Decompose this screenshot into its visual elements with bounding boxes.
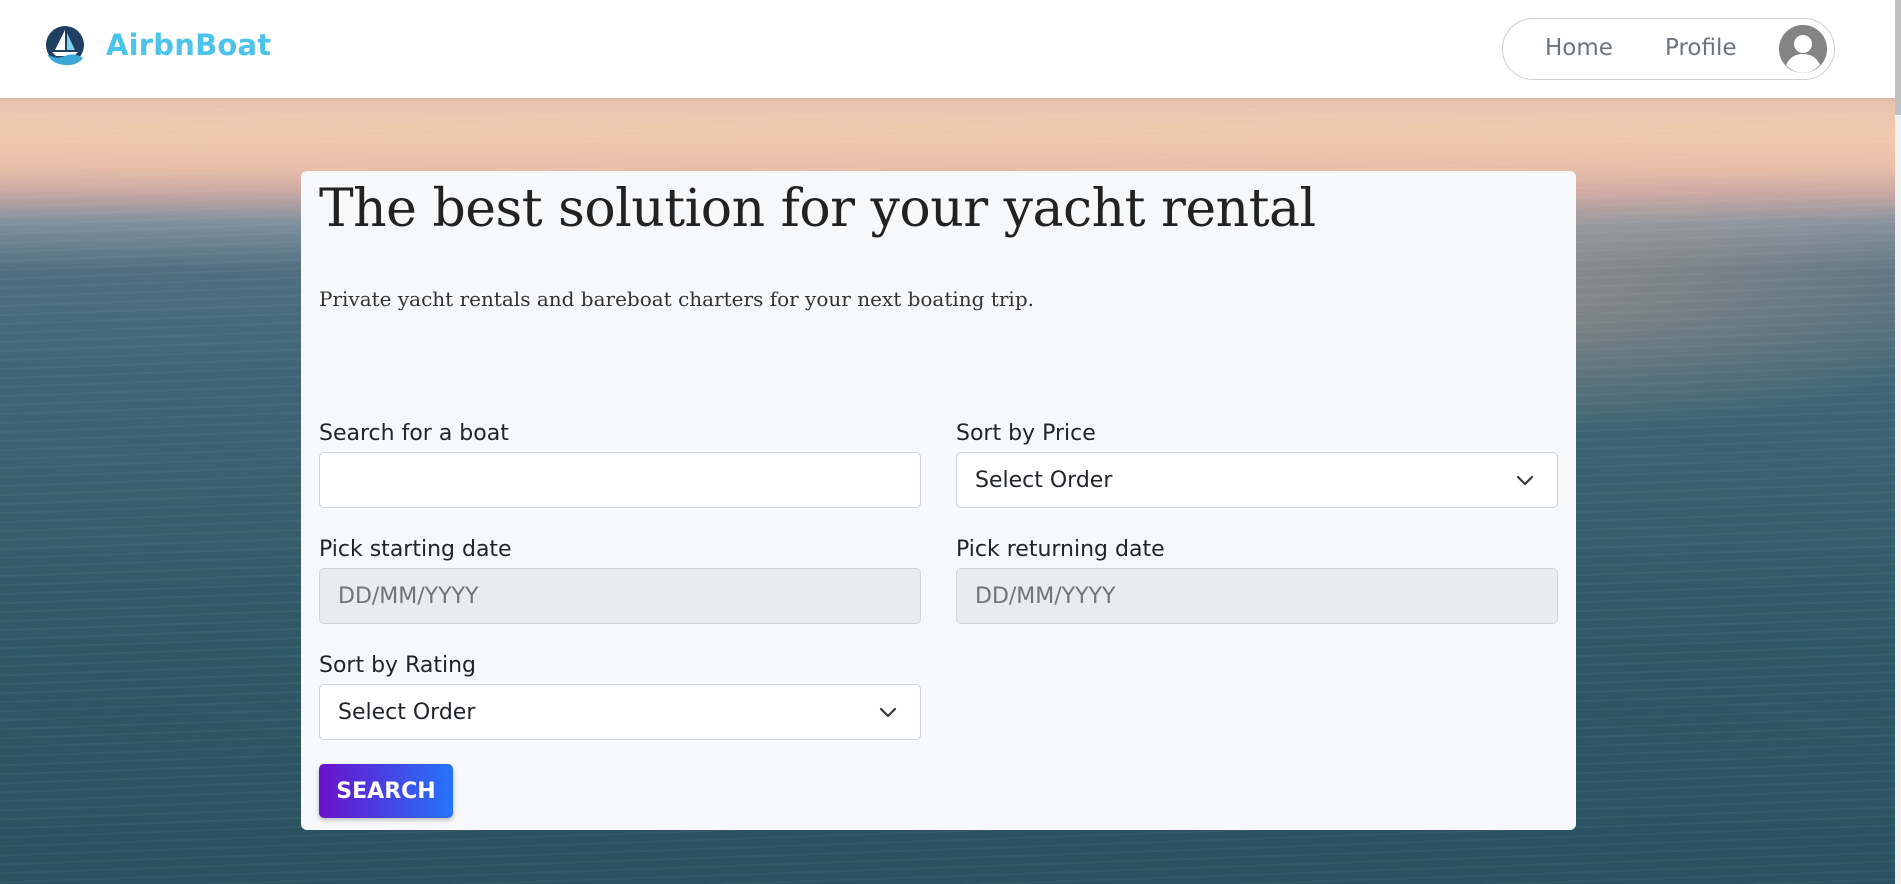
navbar: AirbnBoat Home Profile	[0, 0, 1895, 98]
sort-rating-select[interactable]: Select Order	[319, 684, 921, 740]
user-avatar[interactable]	[1779, 25, 1827, 73]
chevron-down-icon	[1516, 475, 1534, 486]
user-circle-icon	[1779, 25, 1827, 73]
start-date-label: Pick starting date	[319, 537, 512, 562]
brand-name[interactable]: AirbnBoat	[106, 28, 271, 62]
sort-price-label: Sort by Price	[956, 421, 1096, 446]
sort-price-selected: Select Order	[975, 467, 1113, 493]
return-date-label: Pick returning date	[956, 537, 1165, 562]
nav-link-profile[interactable]: Profile	[1665, 35, 1737, 61]
search-input[interactable]	[319, 452, 921, 508]
return-date-field[interactable]	[956, 568, 1558, 624]
chevron-down-icon	[879, 707, 897, 718]
search-button[interactable]: SEARCH	[319, 764, 453, 818]
sort-price-select[interactable]: Select Order	[956, 452, 1558, 508]
nav-link-home[interactable]: Home	[1545, 35, 1613, 61]
sailboat-logo-icon	[46, 26, 84, 66]
search-label: Search for a boat	[319, 421, 509, 446]
search-card: The best solution for your yacht rental …	[301, 171, 1576, 830]
start-date-field[interactable]	[319, 568, 921, 624]
page-title: The best solution for your yacht rental	[319, 179, 1316, 239]
sort-rating-label: Sort by Rating	[319, 653, 476, 678]
sort-rating-selected: Select Order	[338, 699, 476, 725]
page-scrollbar[interactable]	[1895, 0, 1901, 884]
page-subtitle: Private yacht rentals and bareboat chart…	[319, 287, 1034, 311]
brand[interactable]: AirbnBoat	[44, 24, 271, 66]
nav-menu: Home Profile	[1502, 18, 1835, 80]
scrollbar-thumb[interactable]	[1895, 0, 1901, 115]
